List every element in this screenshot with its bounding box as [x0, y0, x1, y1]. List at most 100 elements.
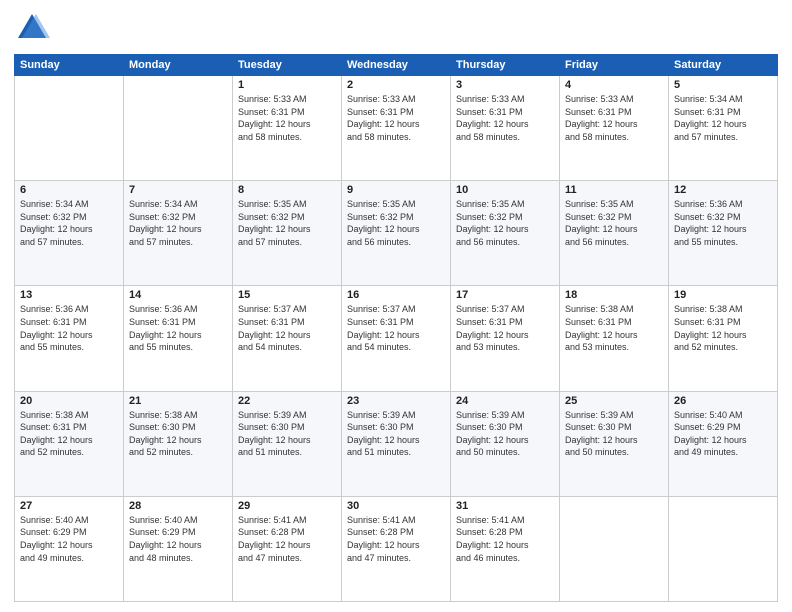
day-number: 3 [456, 79, 554, 91]
day-info: Sunrise: 5:38 AM Sunset: 6:30 PM Dayligh… [129, 409, 227, 459]
day-number: 27 [20, 500, 118, 512]
calendar-header-tuesday: Tuesday [233, 55, 342, 76]
calendar-cell: 17 Sunrise: 5:37 AM Sunset: 6:31 PM Dayli… [451, 286, 560, 391]
calendar-cell: 14 Sunrise: 5:36 AM Sunset: 6:31 PM Dayli… [124, 286, 233, 391]
day-info: Sunrise: 5:36 AM Sunset: 6:31 PM Dayligh… [129, 303, 227, 353]
day-info: Sunrise: 5:33 AM Sunset: 6:31 PM Dayligh… [347, 93, 445, 143]
day-info: Sunrise: 5:35 AM Sunset: 6:32 PM Dayligh… [565, 198, 663, 248]
calendar-cell: 3 Sunrise: 5:33 AM Sunset: 6:31 PM Daylig… [451, 76, 560, 181]
calendar-cell: 11 Sunrise: 5:35 AM Sunset: 6:32 PM Dayli… [560, 181, 669, 286]
logo [14, 10, 54, 46]
day-info: Sunrise: 5:35 AM Sunset: 6:32 PM Dayligh… [347, 198, 445, 248]
day-number: 31 [456, 500, 554, 512]
day-info: Sunrise: 5:33 AM Sunset: 6:31 PM Dayligh… [238, 93, 336, 143]
calendar-cell: 5 Sunrise: 5:34 AM Sunset: 6:31 PM Daylig… [669, 76, 778, 181]
day-info: Sunrise: 5:37 AM Sunset: 6:31 PM Dayligh… [238, 303, 336, 353]
day-number: 14 [129, 289, 227, 301]
calendar-cell: 24 Sunrise: 5:39 AM Sunset: 6:30 PM Dayli… [451, 391, 560, 496]
day-info: Sunrise: 5:38 AM Sunset: 6:31 PM Dayligh… [674, 303, 772, 353]
day-info: Sunrise: 5:35 AM Sunset: 6:32 PM Dayligh… [238, 198, 336, 248]
day-info: Sunrise: 5:39 AM Sunset: 6:30 PM Dayligh… [565, 409, 663, 459]
calendar-cell [669, 496, 778, 601]
day-info: Sunrise: 5:40 AM Sunset: 6:29 PM Dayligh… [20, 514, 118, 564]
calendar-cell [560, 496, 669, 601]
day-info: Sunrise: 5:41 AM Sunset: 6:28 PM Dayligh… [456, 514, 554, 564]
calendar-cell: 19Sunrise: 5:38 AM Sunset: 6:31 PM Dayli… [669, 286, 778, 391]
day-number: 16 [347, 289, 445, 301]
day-info: Sunrise: 5:41 AM Sunset: 6:28 PM Dayligh… [347, 514, 445, 564]
day-number: 13 [20, 289, 118, 301]
calendar-cell: 23 Sunrise: 5:39 AM Sunset: 6:30 PM Dayli… [342, 391, 451, 496]
day-number: 29 [238, 500, 336, 512]
calendar-header-row: SundayMondayTuesdayWednesdayThursdayFrid… [15, 55, 778, 76]
day-info: Sunrise: 5:36 AM Sunset: 6:32 PM Dayligh… [674, 198, 772, 248]
calendar-week-5: 27 Sunrise: 5:40 AM Sunset: 6:29 PM Dayli… [15, 496, 778, 601]
day-number: 9 [347, 184, 445, 196]
calendar-cell: 8 Sunrise: 5:35 AM Sunset: 6:32 PM Daylig… [233, 181, 342, 286]
calendar-cell: 26 Sunrise: 5:40 AM Sunset: 6:29 PM Dayli… [669, 391, 778, 496]
calendar-cell: 10 Sunrise: 5:35 AM Sunset: 6:32 PM Dayli… [451, 181, 560, 286]
calendar-cell: 2Sunrise: 5:33 AM Sunset: 6:31 PM Daylig… [342, 76, 451, 181]
day-number: 22 [238, 395, 336, 407]
calendar-week-3: 13 Sunrise: 5:36 AM Sunset: 6:31 PM Dayli… [15, 286, 778, 391]
day-number: 1 [238, 79, 336, 91]
calendar-cell: 29 Sunrise: 5:41 AM Sunset: 6:28 PM Dayli… [233, 496, 342, 601]
logo-icon [14, 10, 50, 46]
day-number: 26 [674, 395, 772, 407]
day-info: Sunrise: 5:36 AM Sunset: 6:31 PM Dayligh… [20, 303, 118, 353]
calendar-cell: 16 Sunrise: 5:37 AM Sunset: 6:31 PM Dayli… [342, 286, 451, 391]
day-info: Sunrise: 5:35 AM Sunset: 6:32 PM Dayligh… [456, 198, 554, 248]
day-info: Sunrise: 5:38 AM Sunset: 6:31 PM Dayligh… [565, 303, 663, 353]
day-number: 18 [565, 289, 663, 301]
calendar-body: 1 Sunrise: 5:33 AM Sunset: 6:31 PM Daylig… [15, 76, 778, 602]
day-number: 24 [456, 395, 554, 407]
day-number: 23 [347, 395, 445, 407]
calendar-cell: 9 Sunrise: 5:35 AM Sunset: 6:32 PM Daylig… [342, 181, 451, 286]
calendar-cell: 1 Sunrise: 5:33 AM Sunset: 6:31 PM Daylig… [233, 76, 342, 181]
day-number: 30 [347, 500, 445, 512]
calendar-table: SundayMondayTuesdayWednesdayThursdayFrid… [14, 54, 778, 602]
calendar-cell: 22Sunrise: 5:39 AM Sunset: 6:30 PM Dayli… [233, 391, 342, 496]
day-number: 28 [129, 500, 227, 512]
calendar-header-sunday: Sunday [15, 55, 124, 76]
calendar-header-friday: Friday [560, 55, 669, 76]
calendar-cell: 18 Sunrise: 5:38 AM Sunset: 6:31 PM Dayli… [560, 286, 669, 391]
day-info: Sunrise: 5:37 AM Sunset: 6:31 PM Dayligh… [347, 303, 445, 353]
calendar-cell: 21Sunrise: 5:38 AM Sunset: 6:30 PM Dayli… [124, 391, 233, 496]
calendar-cell: 28 Sunrise: 5:40 AM Sunset: 6:29 PM Dayli… [124, 496, 233, 601]
day-info: Sunrise: 5:39 AM Sunset: 6:30 PM Dayligh… [456, 409, 554, 459]
day-info: Sunrise: 5:34 AM Sunset: 6:31 PM Dayligh… [674, 93, 772, 143]
calendar-cell: 27 Sunrise: 5:40 AM Sunset: 6:29 PM Dayli… [15, 496, 124, 601]
day-number: 5 [674, 79, 772, 91]
calendar-cell: 4Sunrise: 5:33 AM Sunset: 6:31 PM Daylig… [560, 76, 669, 181]
calendar-cell: 31 Sunrise: 5:41 AM Sunset: 6:28 PM Dayli… [451, 496, 560, 601]
calendar-cell: 15 Sunrise: 5:37 AM Sunset: 6:31 PM Dayli… [233, 286, 342, 391]
day-number: 6 [20, 184, 118, 196]
day-info: Sunrise: 5:39 AM Sunset: 6:30 PM Dayligh… [347, 409, 445, 459]
day-info: Sunrise: 5:34 AM Sunset: 6:32 PM Dayligh… [20, 198, 118, 248]
calendar-cell: 13 Sunrise: 5:36 AM Sunset: 6:31 PM Dayli… [15, 286, 124, 391]
day-number: 25 [565, 395, 663, 407]
day-number: 12 [674, 184, 772, 196]
day-number: 15 [238, 289, 336, 301]
day-number: 11 [565, 184, 663, 196]
day-info: Sunrise: 5:37 AM Sunset: 6:31 PM Dayligh… [456, 303, 554, 353]
calendar-cell: 7Sunrise: 5:34 AM Sunset: 6:32 PM Daylig… [124, 181, 233, 286]
day-number: 8 [238, 184, 336, 196]
calendar-header-thursday: Thursday [451, 55, 560, 76]
day-info: Sunrise: 5:40 AM Sunset: 6:29 PM Dayligh… [129, 514, 227, 564]
day-number: 20 [20, 395, 118, 407]
calendar-cell: 25 Sunrise: 5:39 AM Sunset: 6:30 PM Dayli… [560, 391, 669, 496]
day-info: Sunrise: 5:38 AM Sunset: 6:31 PM Dayligh… [20, 409, 118, 459]
day-number: 17 [456, 289, 554, 301]
day-info: Sunrise: 5:41 AM Sunset: 6:28 PM Dayligh… [238, 514, 336, 564]
header [14, 10, 778, 46]
calendar-week-2: 6 Sunrise: 5:34 AM Sunset: 6:32 PM Daylig… [15, 181, 778, 286]
calendar-cell: 30 Sunrise: 5:41 AM Sunset: 6:28 PM Dayli… [342, 496, 451, 601]
day-info: Sunrise: 5:40 AM Sunset: 6:29 PM Dayligh… [674, 409, 772, 459]
day-info: Sunrise: 5:33 AM Sunset: 6:31 PM Dayligh… [456, 93, 554, 143]
day-info: Sunrise: 5:34 AM Sunset: 6:32 PM Dayligh… [129, 198, 227, 248]
day-number: 4 [565, 79, 663, 91]
day-number: 10 [456, 184, 554, 196]
calendar-cell: 20 Sunrise: 5:38 AM Sunset: 6:31 PM Dayli… [15, 391, 124, 496]
